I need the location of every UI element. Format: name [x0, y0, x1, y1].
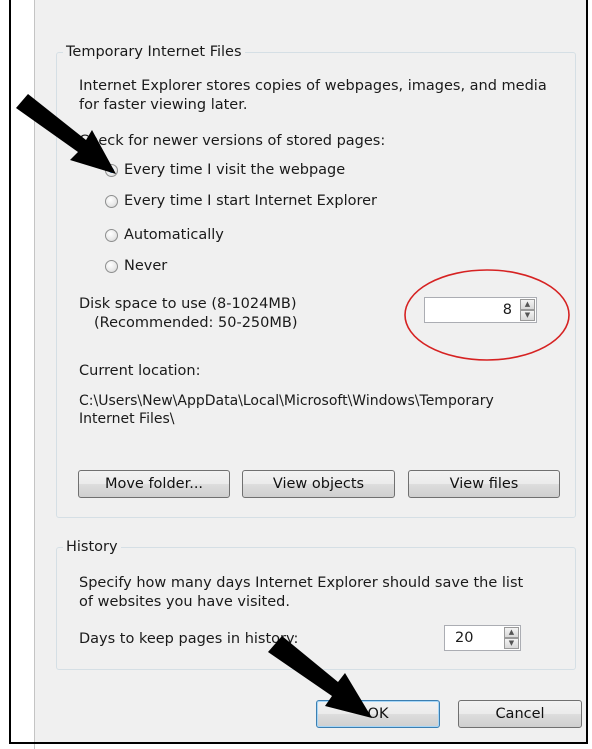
check-newer-label: Check for newer versions of stored pages… — [79, 133, 386, 149]
radio-automatically[interactable]: Automatically — [105, 227, 224, 243]
radio-automatically-label: Automatically — [124, 227, 224, 243]
days-to-keep-value[interactable]: 20 — [455, 628, 473, 648]
highlight-circle-icon — [404, 269, 570, 361]
radio-never-label: Never — [124, 258, 168, 274]
spin-up-icon[interactable]: ▲ — [504, 627, 519, 638]
temp-files-group-title: Temporary Internet Files — [63, 44, 245, 60]
current-location-label: Current location: — [79, 363, 201, 379]
temp-files-description-1: Internet Explorer stores copies of webpa… — [79, 78, 547, 94]
current-location-path-1: C:\Users\New\AppData\Local\Microsoft\Win… — [79, 393, 494, 409]
view-objects-button[interactable]: View objects — [242, 470, 395, 498]
history-description-1: Specify how many days Internet Explorer … — [79, 575, 524, 591]
radio-every-visit[interactable]: Every time I visit the webpage — [105, 162, 345, 178]
spin-down-icon[interactable]: ▼ — [504, 638, 519, 649]
arrow-pointer-icon — [268, 636, 372, 718]
arrow-pointer-icon — [16, 94, 116, 174]
radio-button[interactable] — [105, 194, 118, 208]
radio-every-start-label: Every time I start Internet Explorer — [124, 193, 378, 209]
radio-button[interactable] — [105, 259, 118, 273]
cancel-button[interactable]: Cancel — [458, 700, 582, 728]
radio-every-visit-label: Every time I visit the webpage — [124, 162, 346, 178]
radio-never[interactable]: Never — [105, 258, 167, 274]
radio-button[interactable] — [105, 228, 118, 242]
current-location-path-2: Internet Files\ — [79, 411, 175, 427]
disk-space-label: Disk space to use (8-1024MB) — [79, 296, 297, 312]
history-group-title: History — [63, 539, 121, 555]
radio-every-start[interactable]: Every time I start Internet Explorer — [105, 193, 377, 209]
disk-space-recommended: (Recommended: 50-250MB) — [94, 315, 298, 331]
days-to-keep-label: Days to keep pages in history: — [79, 631, 299, 647]
days-to-keep-spinbox[interactable]: 20 ▲ ▼ — [444, 625, 521, 651]
history-description-2: of websites you have visited. — [79, 594, 290, 610]
move-folder-button[interactable]: Move folder... — [78, 470, 230, 498]
view-files-button[interactable]: View files — [408, 470, 560, 498]
